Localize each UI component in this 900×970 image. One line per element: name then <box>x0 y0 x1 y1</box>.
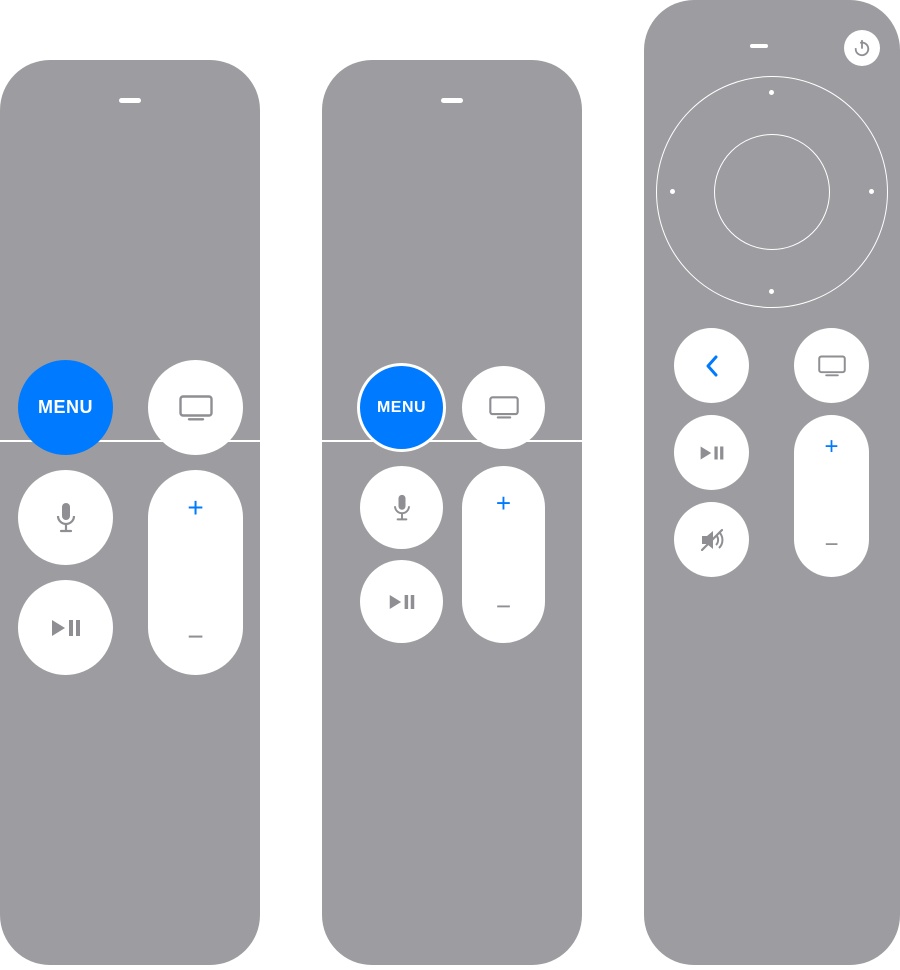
play-pause-button[interactable] <box>18 580 113 675</box>
play-pause-button[interactable] <box>674 415 749 490</box>
tv-icon <box>818 355 846 377</box>
tv-button[interactable] <box>794 328 869 403</box>
indicator-light <box>119 98 141 103</box>
tv-icon <box>179 395 213 421</box>
power-button[interactable] <box>844 30 880 66</box>
volume-rocker[interactable]: + − <box>794 415 869 577</box>
tv-button[interactable] <box>148 360 243 455</box>
mute-button[interactable] <box>674 502 749 577</box>
volume-down-icon: − <box>496 593 511 619</box>
speaker-slash-icon <box>699 528 725 552</box>
volume-up-icon: + <box>187 494 203 522</box>
menu-button-label: MENU <box>38 397 93 418</box>
volume-rocker[interactable]: + − <box>148 470 243 675</box>
indicator-light <box>441 98 463 103</box>
siri-mic-button[interactable] <box>18 470 113 565</box>
play-pause-icon <box>388 592 416 612</box>
clickpad-dot-left <box>670 189 675 194</box>
tv-icon <box>489 396 519 419</box>
play-pause-icon <box>50 617 82 639</box>
menu-button-label: MENU <box>377 399 426 417</box>
clickpad-dot-up <box>769 90 774 95</box>
clickpad-dot-right <box>869 189 874 194</box>
play-pause-button[interactable] <box>360 560 443 643</box>
clickpad[interactable] <box>656 76 888 308</box>
siri-mic-button[interactable] <box>360 466 443 549</box>
remote-siri-gen1: MENU <box>0 60 260 965</box>
remote-siri-gen2: + − <box>644 0 900 965</box>
touch-surface-divider <box>322 440 582 442</box>
volume-rocker[interactable]: + − <box>462 466 545 643</box>
mic-icon <box>56 502 76 534</box>
remote-siri-gen1-alt: MENU <box>322 60 582 965</box>
volume-up-icon: + <box>496 490 511 516</box>
mic-icon <box>393 494 411 522</box>
indicator-light <box>750 44 768 48</box>
tv-button[interactable] <box>462 366 545 449</box>
volume-up-icon: + <box>824 435 838 459</box>
volume-down-icon: − <box>824 533 838 557</box>
power-icon <box>853 39 871 57</box>
remotes-diagram: MENU <box>0 0 900 970</box>
play-pause-icon <box>699 444 725 462</box>
menu-button[interactable]: MENU <box>360 366 443 449</box>
clickpad-center[interactable] <box>714 134 830 250</box>
clickpad-dot-down <box>769 289 774 294</box>
back-button[interactable] <box>674 328 749 403</box>
chevron-left-icon <box>705 355 719 377</box>
menu-button[interactable]: MENU <box>18 360 113 455</box>
volume-down-icon: − <box>187 623 203 651</box>
